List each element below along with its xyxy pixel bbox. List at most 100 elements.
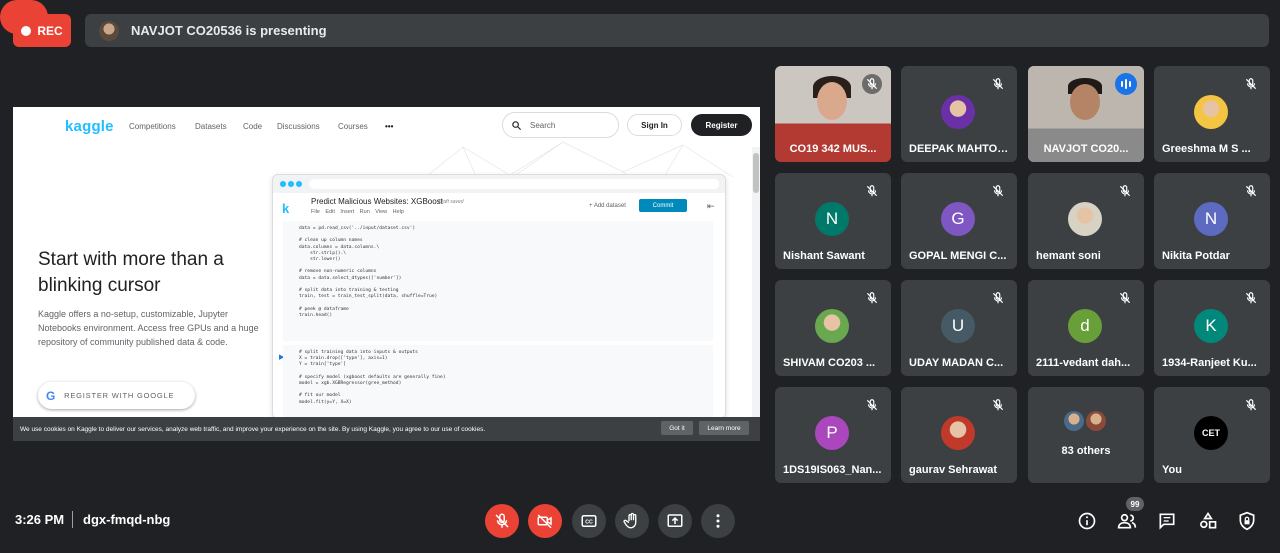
hand-icon	[623, 512, 637, 529]
presenter-banner: NAVJOT CO20536 is presenting	[85, 14, 1269, 47]
record-dot-icon	[21, 25, 32, 36]
participant-tile[interactable]: NAVJOT CO20...	[1028, 66, 1144, 162]
avatar	[1194, 95, 1228, 129]
activities-icon	[1200, 511, 1217, 529]
participant-tile[interactable]: P 1DS19IS063_Nan...	[775, 387, 891, 483]
participant-name: 2111-vedant dah...	[1036, 357, 1131, 369]
participant-tile[interactable]: CET You	[1154, 387, 1270, 483]
nav-code[interactable]: Code	[243, 122, 262, 131]
avatar-letter: P	[826, 423, 838, 442]
mic-off-icon	[862, 181, 882, 201]
raise-hand-button[interactable]	[615, 504, 649, 538]
mic-off-icon	[1241, 288, 1261, 308]
participant-name: UDAY MADAN C...	[909, 357, 1004, 369]
divider	[72, 511, 73, 528]
avatar-letter: U	[951, 316, 965, 335]
shared-screen: kaggle Competitions Datasets Code Discus…	[13, 107, 760, 441]
avatar	[1064, 411, 1084, 431]
people-icon	[1117, 513, 1137, 529]
participant-tile[interactable]: N Nishant Sawant	[775, 173, 891, 269]
meeting-details-button[interactable]	[1074, 508, 1100, 534]
window-dot	[296, 181, 302, 187]
nav-courses[interactable]: Courses	[338, 122, 368, 131]
nav-competitions[interactable]: Competitions	[129, 122, 176, 131]
mic-off-icon	[988, 288, 1008, 308]
presenter-text: NAVJOT CO20536 is presenting	[131, 23, 327, 38]
chat-button[interactable]	[1154, 508, 1180, 534]
participant-name: Greeshma M S ...	[1162, 143, 1251, 155]
avatar: N	[815, 202, 849, 236]
participant-name: 1934-Ranjeet Ku...	[1162, 357, 1257, 369]
host-controls-button[interactable]	[1234, 508, 1260, 534]
avatar-letter: K	[1205, 316, 1217, 335]
participant-tile[interactable]: SHIVAM CO203 ...	[775, 280, 891, 376]
register-button[interactable]: Register	[691, 114, 752, 136]
more-vert-icon	[716, 514, 720, 528]
presenter-avatar	[99, 20, 119, 41]
participant-name: 1DS19IS063_Nan...	[783, 464, 882, 476]
kaggle-logo: kaggle	[65, 118, 114, 135]
participant-tile[interactable]: DEEPAK MAHTO ...	[901, 66, 1017, 162]
mic-off-icon	[988, 74, 1008, 94]
sign-in-button[interactable]: Sign In	[627, 114, 682, 136]
camera-off-icon	[537, 514, 552, 529]
code-cell-1-text: data = pd.read_csv('../input/dataset.csv…	[299, 226, 438, 318]
avatar-letter: N	[825, 209, 839, 228]
participant-tile[interactable]: U UDAY MADAN C...	[901, 280, 1017, 376]
shield-lock-icon	[1239, 511, 1255, 531]
present-icon	[667, 514, 683, 527]
nav-more[interactable]: •••	[385, 122, 393, 131]
mic-off-icon	[1241, 181, 1261, 201]
participant-tile[interactable]: 83 others	[1028, 387, 1144, 483]
search-icon	[512, 120, 522, 130]
svg-text:CC: CC	[585, 520, 593, 526]
avatar: CET	[1194, 416, 1228, 450]
nav-datasets[interactable]: Datasets	[195, 122, 227, 131]
people-button[interactable]	[1114, 508, 1140, 534]
microphone-toggle-button[interactable]	[485, 504, 519, 538]
participant-tile[interactable]: d 2111-vedant dah...	[1028, 280, 1144, 376]
avatar	[941, 416, 975, 450]
participant-tile[interactable]: G GOPAL MENGI C...	[901, 173, 1017, 269]
chat-icon	[1159, 513, 1175, 530]
participant-name: CO19 342 MUS...	[789, 143, 877, 155]
activities-button[interactable]	[1195, 508, 1221, 534]
avatar-letter: G	[951, 209, 965, 228]
mic-off-icon	[988, 181, 1008, 201]
participant-tile[interactable]: hemant soni	[1028, 173, 1144, 269]
register-with-google-button[interactable]: G REGISTER WITH GOOGLE	[38, 382, 195, 409]
participant-tile[interactable]: Greeshma M S ...	[1154, 66, 1270, 162]
cookie-banner: We use cookies on Kaggle to deliver our …	[13, 417, 760, 441]
mic-off-icon	[1241, 74, 1261, 94]
window-dot	[288, 181, 294, 187]
participant-tile[interactable]: gaurav Sehrawat	[901, 387, 1017, 483]
more-options-button[interactable]	[701, 504, 735, 538]
avatar	[1068, 202, 1102, 236]
scroll-thumb	[753, 153, 759, 193]
participant-name: gaurav Sehrawat	[909, 464, 998, 476]
browser-url-bar	[309, 179, 719, 189]
commit-button: Commit	[639, 199, 687, 212]
mic-off-icon	[988, 395, 1008, 415]
nav-discussions[interactable]: Discussions	[277, 122, 320, 131]
participant-tile[interactable]: CO19 342 MUS...	[775, 66, 891, 162]
participants-count-badge: 99	[1126, 497, 1144, 511]
captions-button[interactable]: CC	[572, 504, 606, 538]
participant-tile[interactable]: N Nikita Potdar	[1154, 173, 1270, 269]
page-subtext: Kaggle offers a no-setup, customizable, …	[38, 309, 259, 347]
avatar: U	[941, 309, 975, 343]
page-scrollbar	[752, 147, 760, 417]
search-placeholder: Search	[530, 120, 556, 130]
search-input[interactable]: Search	[502, 112, 619, 138]
code-cell-2-text: # split training data into inputs & outp…	[299, 350, 446, 405]
code-cell-2: # split training data into inputs & outp…	[283, 345, 713, 418]
participant-tile[interactable]: K 1934-Ranjeet Ku...	[1154, 280, 1270, 376]
participant-name: DEEPAK MAHTO ...	[909, 143, 1009, 155]
participant-name: Nishant Sawant	[783, 250, 865, 262]
participant-name: NAVJOT CO20...	[1043, 143, 1129, 155]
camera-toggle-button[interactable]	[528, 504, 562, 538]
mic-off-icon	[862, 395, 882, 415]
avatar	[1086, 411, 1106, 431]
present-screen-button[interactable]	[658, 504, 692, 538]
cookie-learn-more-button: Learn more	[699, 421, 749, 435]
